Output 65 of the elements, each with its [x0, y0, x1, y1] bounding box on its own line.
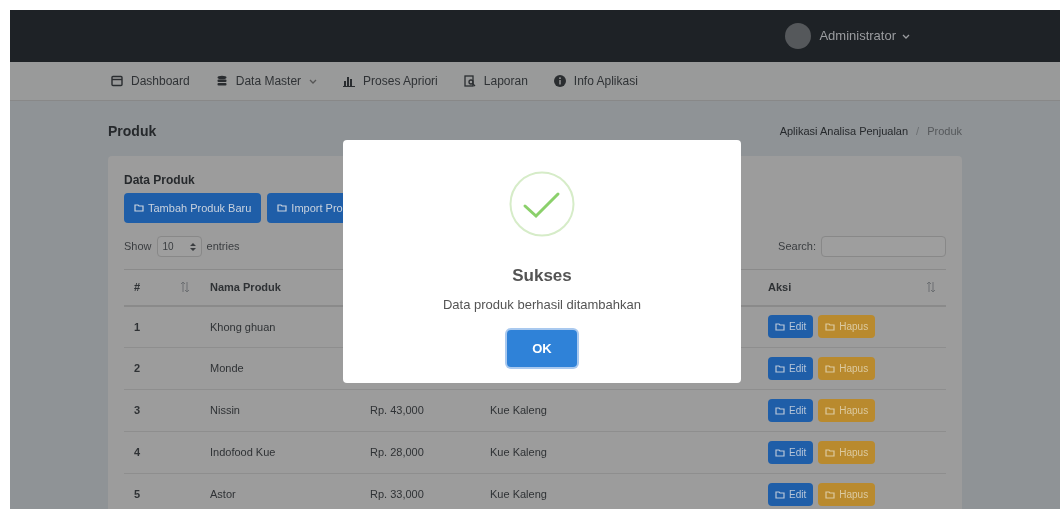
- product-category: Kue Kaleng: [480, 389, 758, 432]
- edit-button[interactable]: Edit: [768, 483, 814, 506]
- edit-button[interactable]: Edit: [768, 315, 814, 339]
- info-icon: [553, 75, 566, 87]
- folder-icon: [825, 363, 836, 374]
- folder-icon: [277, 203, 288, 213]
- card-title: Data Produk: [124, 172, 196, 189]
- edit-button[interactable]: Edit: [768, 399, 814, 422]
- edit-button[interactable]: Edit: [768, 441, 814, 464]
- edit-button[interactable]: Edit: [768, 357, 814, 380]
- page-title: Produk: [108, 122, 157, 141]
- menu-item[interactable]: Laporan: [463, 72, 528, 90]
- avatar: [785, 23, 812, 49]
- bar-chart-icon: [343, 75, 356, 87]
- column-header[interactable]: Aksi: [758, 269, 946, 306]
- menu-item[interactable]: Info Aplikasi: [553, 72, 638, 90]
- calendar-icon: [111, 75, 123, 87]
- dialog-title: Sukses: [512, 265, 572, 287]
- product-price: Rp. 43,000: [360, 389, 480, 432]
- row-number: 5: [124, 473, 200, 509]
- product-category: Kue Kaleng: [480, 473, 758, 509]
- row-number: 4: [124, 431, 200, 474]
- show-label: Show: [124, 239, 152, 255]
- product-price: Rp. 33,000: [360, 473, 480, 509]
- breadcrumb-current: Produk: [927, 124, 962, 140]
- breadcrumb-link[interactable]: Aplikasi Analisa Penjualan: [779, 123, 909, 140]
- folder-icon: [775, 363, 785, 374]
- row-number: 2: [124, 347, 200, 390]
- menu-item[interactable]: Proses Apriori: [343, 72, 438, 90]
- search-label: Search:: [778, 239, 816, 255]
- product-name: Monde: [200, 347, 360, 390]
- entries-select[interactable]: 10: [156, 236, 202, 257]
- product-price: Rp. 28,000: [360, 431, 480, 474]
- folder-icon: [775, 405, 785, 416]
- menu-item[interactable]: Dashboard: [111, 72, 190, 90]
- product-name: Khong ghuan: [200, 305, 360, 348]
- row-number: 3: [124, 389, 200, 432]
- product-name: Nissin: [200, 389, 360, 432]
- folder-icon: [134, 203, 144, 213]
- folder-icon: [825, 321, 836, 332]
- menu-item[interactable]: Data Master: [215, 72, 318, 90]
- folder-icon: [825, 489, 836, 500]
- sort-icon[interactable]: [926, 281, 936, 294]
- folder-icon: [775, 447, 785, 458]
- user-menu-button[interactable]: Administrator: [819, 26, 910, 46]
- folder-icon: [775, 321, 785, 332]
- select-arrows-icon: [189, 242, 196, 251]
- folder-icon: [775, 489, 785, 500]
- check-icon: [509, 171, 575, 237]
- chevron-icon: [902, 33, 910, 39]
- entries-label: entries: [206, 239, 240, 255]
- column-header[interactable]: #: [124, 269, 200, 306]
- row-number: 1: [124, 305, 200, 348]
- product-category: Kue Kaleng: [480, 431, 758, 474]
- dialog-message: Data produk berhasil ditambahkan: [443, 295, 641, 314]
- database-icon: [215, 75, 228, 87]
- action-button[interactable]: Tambah Produk Baru: [124, 193, 262, 223]
- ok-button[interactable]: OK: [507, 330, 577, 367]
- product-name: Astor: [200, 473, 360, 509]
- product-name: Indofood Kue: [200, 431, 360, 474]
- sort-icon[interactable]: [180, 281, 190, 294]
- folder-icon: [825, 405, 836, 416]
- document-search-icon: [463, 75, 476, 87]
- folder-icon: [825, 447, 836, 458]
- breadcrumb-separator: /: [916, 124, 920, 140]
